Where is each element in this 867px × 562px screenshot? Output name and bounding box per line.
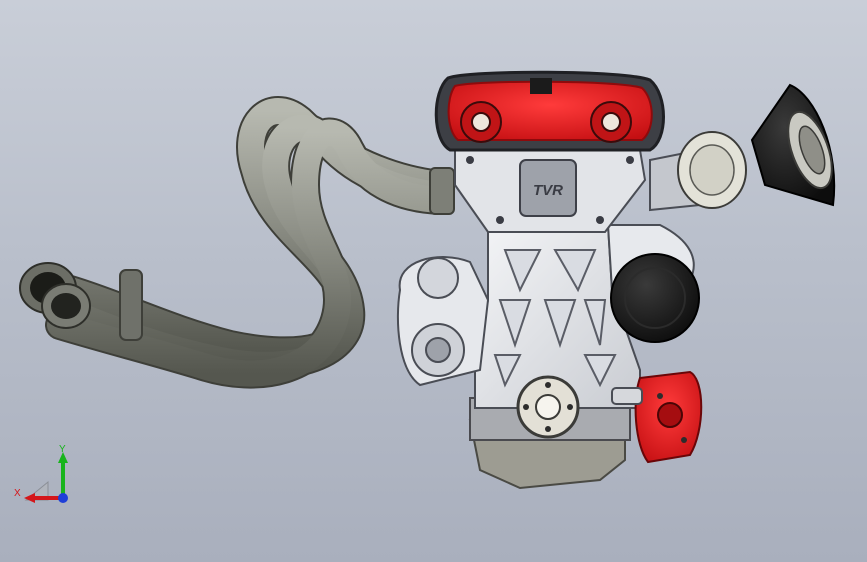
exhaust-headers[interactable] xyxy=(45,96,455,389)
air-intake[interactable] xyxy=(649,83,841,212)
cylinder-head-plate[interactable]: TVR xyxy=(454,149,647,233)
x-axis-arrow-icon xyxy=(24,493,35,503)
engine-assembly-model[interactable]: TVR xyxy=(0,0,867,562)
coordinate-triad: Y X xyxy=(8,438,78,508)
cam-belt-cover[interactable] xyxy=(434,70,665,152)
z-axis-dot-icon xyxy=(58,493,68,503)
graphics-viewport[interactable]: TVR Y X xyxy=(0,0,867,562)
exhaust-outlets[interactable] xyxy=(19,262,91,329)
y-axis-label: Y xyxy=(59,444,66,455)
alternator[interactable] xyxy=(610,253,700,343)
x-axis-label: X xyxy=(14,488,21,499)
cover-logo-text: TVR xyxy=(533,182,563,199)
